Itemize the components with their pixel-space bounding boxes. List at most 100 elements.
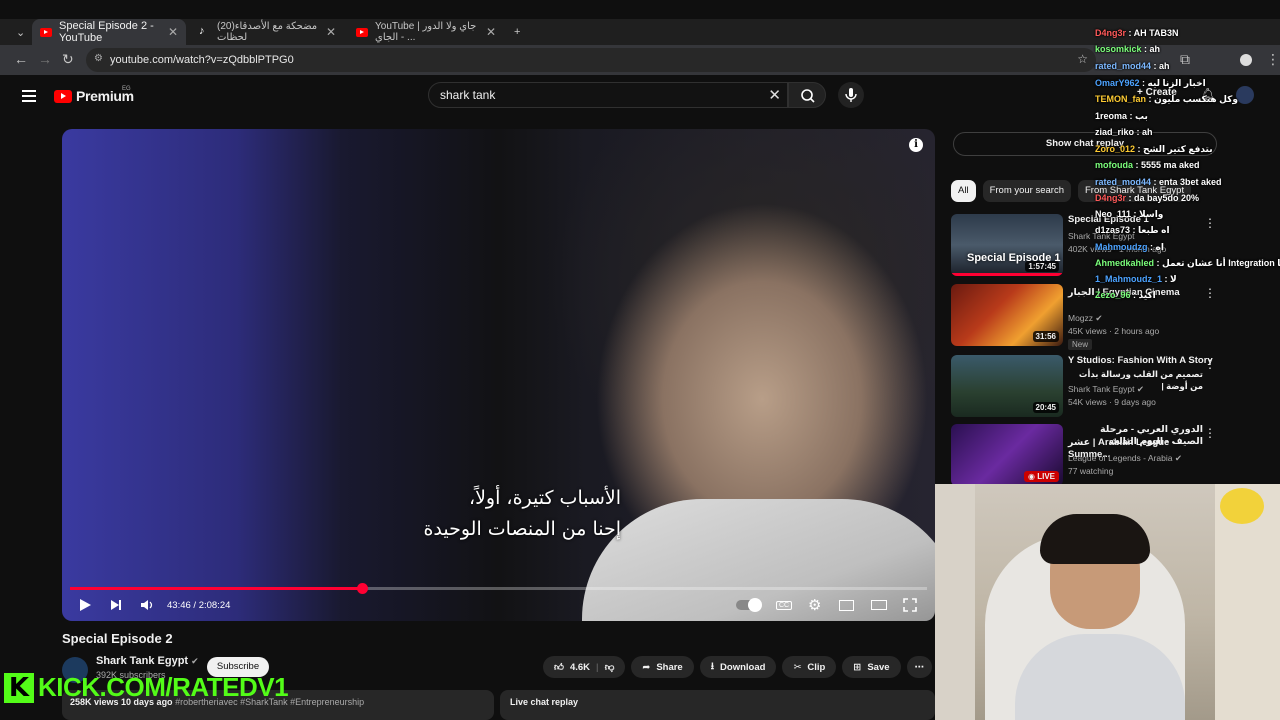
youtube-favicon-icon <box>356 27 368 37</box>
chat-text: : ah <box>1141 44 1161 54</box>
new-tab-button[interactable]: + <box>506 19 528 45</box>
duration-badge: 31:56 <box>1032 331 1059 342</box>
fullscreen-button[interactable] <box>903 595 917 615</box>
next-button[interactable] <box>109 595 123 615</box>
volume-icon <box>141 600 153 610</box>
closed-captions-icon: CC <box>776 600 793 610</box>
chat-text: : ah <box>1151 61 1170 71</box>
fullscreen-icon <box>903 598 917 612</box>
video-thumbnail[interactable]: 31:56 <box>951 284 1063 346</box>
search-input[interactable]: shark tank ✕ <box>428 82 788 108</box>
video-player[interactable]: i الأسباب كتيرة، أولاً، إحنا من المنصات … <box>62 129 935 621</box>
play-button[interactable] <box>78 595 92 615</box>
chat-username: 1_Mahmoudz_1 <box>1095 274 1163 284</box>
save-button[interactable]: ⊞ Save <box>842 656 901 678</box>
youtube-play-logo-icon <box>54 89 72 103</box>
info-icon[interactable]: i <box>909 138 923 152</box>
chat-text: : اكيد <box>1130 290 1156 300</box>
miniplayer-button[interactable] <box>839 595 854 615</box>
chat-username: TEMON_fan <box>1095 94 1147 104</box>
live-badge: ◉ LIVE <box>1024 471 1059 482</box>
recommendation-meta: 45K views · 2 hours ago <box>1068 326 1160 336</box>
live-chat-replay-header[interactable]: Live chat replay <box>500 690 935 720</box>
tab-search-dropdown[interactable]: ⌄ <box>8 19 30 45</box>
video-thumbnail[interactable]: ◉ LIVE <box>951 424 1063 486</box>
more-actions-button[interactable]: ⋯ <box>906 656 933 678</box>
channel-text: League of Legends - Arabia <box>1068 453 1173 463</box>
back-arrow-icon[interactable]: ← <box>14 51 28 67</box>
close-icon[interactable]: ✕ <box>486 25 496 39</box>
clip-button[interactable]: ✂ Clip <box>782 656 837 678</box>
autoplay-toggle[interactable] <box>736 595 762 615</box>
recommendation-meta: 54K views · 9 days ago <box>1068 397 1156 407</box>
scissors-icon: ✂ <box>793 661 802 673</box>
tab-tiktok[interactable]: (20)مضحكة مع الأصدقاء لحظات ✕ <box>190 19 344 45</box>
recommendation-channel[interactable]: League of Legends - Arabia ✔ <box>1068 453 1182 464</box>
search-button[interactable] <box>788 82 826 108</box>
settings-button[interactable]: ⚙ <box>808 595 821 615</box>
tab-title: (20)مضحكة مع الأصدقاء لحظات <box>217 21 318 43</box>
video-actions: 👍︎ 4.6K | 👎︎ ➦ Share ⭳ Download ✂ Clip ⊞ Save ⋯ <box>543 656 933 678</box>
like-button[interactable]: 👍︎ 4.6K | 👎︎ <box>543 656 626 678</box>
hamburger-menu-icon[interactable] <box>22 90 36 105</box>
chat-message: d1zas73 : اه طبعا <box>1095 225 1280 236</box>
recommendation-meta: 77 watching <box>1068 466 1114 476</box>
channel-text: Mogzz <box>1068 313 1094 323</box>
tab-youtube-2[interactable]: YouTube | جاي ولا الدور الجاي - ... ✕ <box>348 19 504 45</box>
download-button[interactable]: ⭳ Download <box>699 656 777 678</box>
webcam-wall <box>935 484 975 720</box>
chat-text: : بتدفع كتير الشح <box>1135 144 1213 154</box>
recommendation-item[interactable]: 20:45 Y Studios: Fashion With A Story تص… <box>951 355 1271 419</box>
recommendation-channel[interactable]: Shark Tank Egypt ✔ <box>1068 384 1144 395</box>
search-icon <box>801 89 815 103</box>
chat-text: : واسلا <box>1131 209 1164 219</box>
reload-icon[interactable]: ↻ <box>62 51 74 68</box>
more-vertical-icon[interactable]: ⋮ <box>1204 357 1216 371</box>
close-icon[interactable]: ✕ <box>326 25 336 39</box>
channel-name-text: Shark Tank Egypt <box>96 655 189 667</box>
play-icon <box>80 599 91 611</box>
chip-from-your-search[interactable]: From your search <box>982 180 1071 202</box>
chat-username: Zezo_96 <box>1095 290 1131 300</box>
share-button[interactable]: ➦ Share <box>631 656 694 678</box>
forward-arrow-icon[interactable]: → <box>38 51 52 67</box>
more-vertical-icon[interactable]: ⋮ <box>1204 426 1216 440</box>
subtitles-button[interactable]: CC <box>776 595 793 615</box>
clear-search-icon[interactable]: ✕ <box>768 86 781 104</box>
recommendation-item[interactable]: ◉ LIVE الدوري العربي - مرحلة الصيف - الي… <box>951 424 1271 488</box>
chat-username: Zoro_012 <box>1095 144 1136 154</box>
recommendation-channel[interactable]: Mogzz ✔ <box>1068 313 1103 324</box>
chat-username: kosomkick <box>1095 44 1142 54</box>
chat-text: : اخبار الزنا ليه <box>1139 78 1206 88</box>
chat-text: : اه طبعا <box>1130 225 1170 235</box>
video-thumbnail[interactable]: Special Episode 1 1:57:45 <box>951 214 1063 276</box>
chat-message: Zezo_96 : اكيد <box>1095 290 1280 301</box>
chat-username: d1zas73 <box>1095 225 1131 235</box>
theater-mode-button[interactable] <box>871 595 887 615</box>
clip-label: Clip <box>807 661 826 673</box>
video-title: Special Episode 2 <box>62 631 173 646</box>
recommendation-title[interactable]: Y Studios: Fashion With A Story <box>1068 355 1218 367</box>
bookmark-star-icon[interactable]: ☆ <box>1077 52 1088 66</box>
chip-all[interactable]: All <box>951 180 976 202</box>
verified-check-icon: ✔ <box>1136 384 1144 394</box>
mute-button[interactable] <box>140 595 154 615</box>
voice-search-button[interactable] <box>838 82 864 108</box>
download-label: Download <box>720 661 766 673</box>
progress-bar[interactable] <box>70 583 927 594</box>
chat-message: rated_mod44 : ah <box>1095 61 1280 71</box>
chat-message: rated_mod44 : enta 3bet aked <box>1095 177 1280 187</box>
tab-youtube-active[interactable]: Special Episode 2 - YouTube ✕ <box>32 19 186 45</box>
channel-name[interactable]: Shark Tank Egypt ✔ <box>96 655 199 667</box>
scrubber-handle[interactable] <box>357 583 369 594</box>
chat-text: : ah <box>1134 127 1153 137</box>
thumbs-down-icon[interactable]: 👎︎ <box>605 661 615 673</box>
address-bar[interactable]: ⚙ youtube.com/watch?v=zQdbblPTPG0 ☆ <box>86 48 1096 72</box>
browser-toolbar: ← → ↻ ⚙ youtube.com/watch?v=zQdbblPTPG0 … <box>0 45 1280 75</box>
site-info-icon[interactable]: ⚙ <box>94 53 103 64</box>
close-icon[interactable]: ✕ <box>168 25 178 39</box>
chat-text: : لا <box>1162 274 1177 284</box>
video-thumbnail[interactable]: 20:45 <box>951 355 1063 417</box>
youtube-premium-logo[interactable]: Premium EG <box>54 86 134 104</box>
plush-toy <box>1220 488 1264 524</box>
